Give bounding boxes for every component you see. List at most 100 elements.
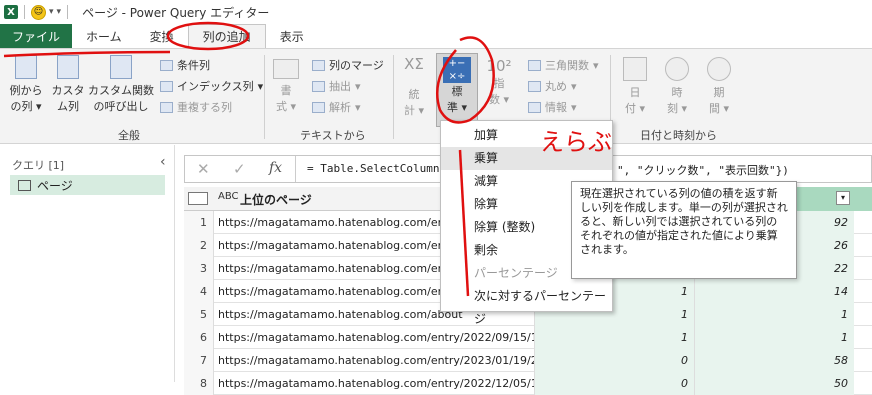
round-label: 丸め: [545, 80, 567, 93]
invoke-function-label-2: の呼び出し: [93, 100, 149, 113]
smiley-icon[interactable]: ☺: [31, 4, 46, 20]
cell-clicks[interactable]: 0: [534, 372, 694, 395]
formula-text-tail[interactable]: ", "クリック数", "表示回数"}): [617, 162, 789, 178]
row-number[interactable]: 1: [184, 211, 214, 234]
customize-toolbar-icon[interactable]: ▾: [57, 7, 62, 17]
tab-transform[interactable]: 変換: [136, 24, 188, 48]
abc-icon: [273, 59, 299, 79]
row-number[interactable]: 7: [184, 349, 214, 372]
cancel-icon[interactable]: ✕: [197, 160, 210, 178]
cell-clicks[interactable]: 1: [534, 326, 694, 349]
invoke-custom-function-button[interactable]: カスタム関数 の呼び出し: [88, 55, 154, 114]
cell-impressions[interactable]: 14: [694, 280, 854, 303]
title-bar: X ☺ ▾ ▾ ページ - Power Query エディター: [0, 0, 872, 24]
group-text-label: テキストから: [300, 129, 366, 142]
cell-url[interactable]: https://magatamamo.hatenablog.com/entry/…: [214, 372, 534, 395]
statistics-label: 統: [408, 88, 420, 101]
conditional-column-button[interactable]: 条件列: [160, 57, 210, 73]
cell-impressions[interactable]: 58: [694, 349, 854, 372]
trig-label: 三角関数: [545, 59, 589, 72]
merge-columns-button[interactable]: 列のマージ: [312, 57, 384, 73]
round-button[interactable]: 丸め ▾: [528, 78, 577, 94]
info-button[interactable]: 情報 ▾: [528, 99, 577, 115]
row-number[interactable]: 5: [184, 303, 214, 326]
column-from-examples-icon: [15, 55, 37, 79]
date-label: 日: [629, 86, 641, 99]
extract-button[interactable]: 抽出 ▾: [312, 78, 361, 94]
merge-columns-label: 列のマージ: [329, 59, 384, 72]
standard-button[interactable]: +− ×÷ 標 準 ▾: [436, 53, 478, 127]
scientific-button[interactable]: 10² 指 数 ▾: [482, 57, 516, 107]
menu-item-multiply[interactable]: 乗算: [441, 147, 612, 170]
time-button[interactable]: 時 刻 ▾: [660, 57, 694, 116]
clock-icon: [665, 57, 689, 81]
duration-button[interactable]: 期 間 ▾: [702, 57, 736, 116]
abc123-icon: [312, 80, 325, 92]
column-from-examples-button[interactable]: 例から の列 ▾: [6, 55, 46, 114]
formula-text[interactable]: = Table.SelectColumn: [307, 162, 439, 175]
conditional-column-label: 条件列: [177, 59, 210, 72]
custom-column-button[interactable]: カスタ ム列: [50, 55, 86, 114]
round-icon: [528, 80, 541, 92]
row-number[interactable]: 2: [184, 234, 214, 257]
collapse-pane-icon[interactable]: ‹: [160, 154, 166, 170]
table-row[interactable]: 6 https://magatamamo.hatenablog.com/entry…: [184, 326, 872, 349]
group-general-label: 全般: [118, 129, 140, 142]
cell-impressions[interactable]: 1: [694, 303, 854, 326]
cell-clicks[interactable]: 0: [534, 349, 694, 372]
tab-view[interactable]: 表示: [266, 24, 318, 48]
confirm-icon[interactable]: ✓: [233, 160, 246, 178]
trig-button[interactable]: 三角関数 ▾: [528, 57, 599, 73]
custom-function-icon: [110, 55, 132, 79]
divider: [295, 156, 296, 182]
duration-label: 期: [713, 86, 725, 99]
duplicate-column-label: 重複する列: [177, 101, 232, 114]
date-button[interactable]: 日 付 ▾: [618, 57, 652, 116]
row-number[interactable]: 3: [184, 257, 214, 280]
table-icon: [18, 179, 31, 191]
duplicate-column-button[interactable]: 重複する列: [160, 99, 232, 115]
cell-impressions[interactable]: 50: [694, 372, 854, 395]
standard-label-2: 準: [446, 101, 458, 114]
statistics-label-2: 計: [403, 104, 415, 117]
divider: [24, 5, 25, 19]
scientific-label-2: 数: [488, 93, 500, 106]
row-number[interactable]: 8: [184, 372, 214, 395]
query-item-page[interactable]: ページ: [10, 175, 165, 195]
fx-icon[interactable]: fx: [269, 160, 282, 176]
table-row[interactable]: 8 https://magatamamo.hatenablog.com/entry…: [184, 372, 872, 395]
tab-home[interactable]: ホーム: [72, 24, 136, 48]
menu-item-add[interactable]: 加算: [441, 124, 612, 147]
duplicate-column-icon: [160, 101, 173, 113]
table-row[interactable]: 7 https://magatamamo.hatenablog.com/entry…: [184, 349, 872, 372]
row-number[interactable]: 6: [184, 326, 214, 349]
menu-item-percent-of[interactable]: 次に対するパーセンテージ: [441, 285, 612, 326]
column-header-top-page[interactable]: 上位のページ: [240, 191, 312, 208]
sigma-icon: XΣ: [404, 55, 424, 73]
group-datetime-label: 日付と時刻から: [640, 129, 717, 142]
text-type-icon[interactable]: ABC: [218, 191, 239, 202]
tab-file[interactable]: ファイル: [0, 24, 73, 48]
index-column-button[interactable]: インデックス列 ▾: [160, 78, 263, 94]
cell-impressions[interactable]: 1: [694, 326, 854, 349]
scientific-label: 指: [493, 77, 505, 90]
custom-column-label-2: ム列: [57, 100, 79, 113]
filter-dropdown-icon[interactable]: ▾: [836, 191, 850, 205]
excel-icon: X: [4, 5, 18, 19]
tab-add-column[interactable]: 列の追加: [187, 24, 266, 48]
parse-label: 解析: [329, 101, 351, 114]
standard-label: 標: [451, 85, 463, 98]
table-menu-icon[interactable]: [188, 192, 208, 205]
ribbon: 例から の列 ▾ カスタ ム列 カスタム関数 の呼び出し 条件列 インデックス列…: [0, 48, 872, 144]
cell-url[interactable]: https://magatamamo.hatenablog.com/entry/…: [214, 349, 534, 372]
chevron-down-icon[interactable]: ▾: [49, 7, 54, 17]
statistics-button[interactable]: XΣ 統 計 ▾: [398, 55, 430, 118]
row-number[interactable]: 4: [184, 280, 214, 303]
format-button[interactable]: 書 式 ▾: [268, 59, 304, 114]
index-column-icon: [160, 80, 173, 92]
format-label-2: 式: [275, 100, 287, 113]
stopwatch-icon: [707, 57, 731, 81]
standard-ops-icon: +− ×÷: [443, 57, 471, 83]
column-from-examples-label: 例から: [9, 84, 43, 97]
parse-button[interactable]: 解析 ▾: [312, 99, 361, 115]
